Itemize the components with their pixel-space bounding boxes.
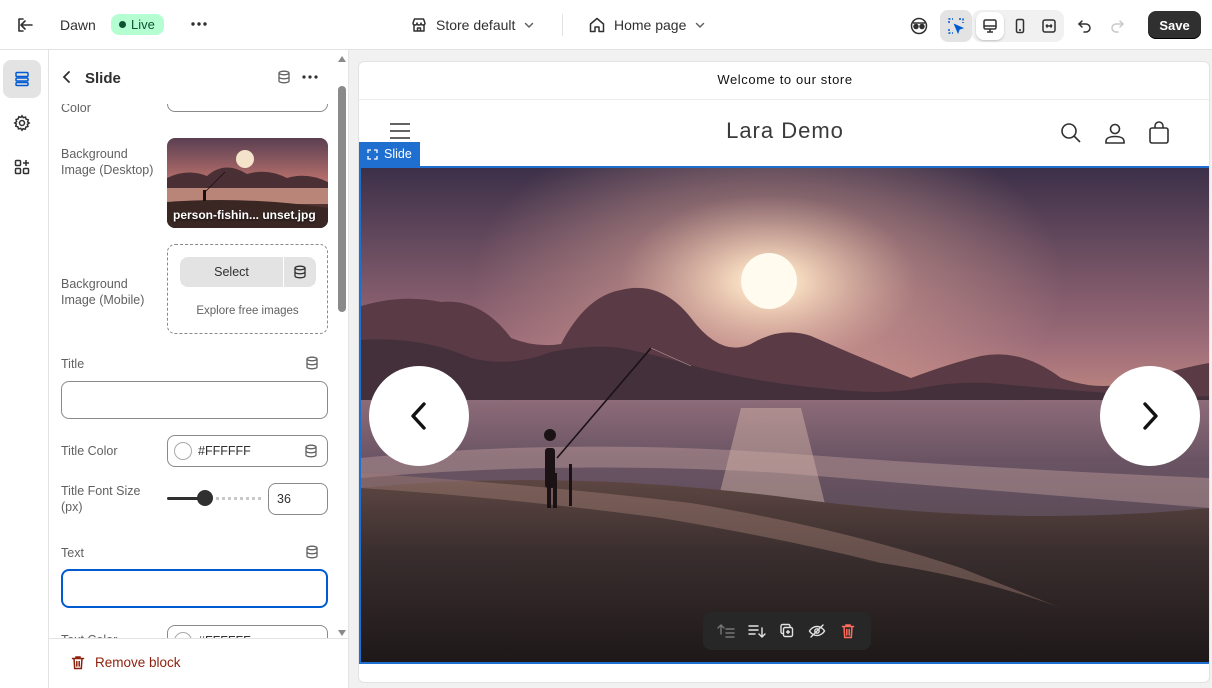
title-dynamic-source-icon[interactable] <box>305 356 319 375</box>
store-selector[interactable]: Store default <box>410 13 535 37</box>
bg-mobile-dropzone[interactable]: Select Explore free images <box>167 244 328 334</box>
title-font-size-input[interactable]: 36 <box>268 483 328 515</box>
mobile-view-icon[interactable] <box>1006 12 1034 40</box>
bg-desktop-filename: person-fishin... unset.jpg <box>173 208 316 222</box>
title-font-size-slider[interactable] <box>167 490 261 506</box>
chevron-down-icon <box>525 22 534 29</box>
undo-icon[interactable] <box>1071 12 1099 40</box>
slider-thumb[interactable] <box>197 490 213 506</box>
select-frame-icon <box>367 148 378 160</box>
remove-block-button[interactable]: Remove block <box>71 655 181 670</box>
block-floating-toolbar <box>703 612 871 650</box>
save-button[interactable]: Save <box>1148 11 1201 39</box>
trash-icon <box>71 656 85 670</box>
text-label: Text <box>61 546 84 560</box>
apps-icon[interactable] <box>3 148 41 186</box>
fullscreen-view-icon[interactable] <box>1035 12 1063 40</box>
text-input[interactable] <box>61 569 328 608</box>
image-source-database-icon[interactable] <box>284 257 316 287</box>
explore-free-images-link[interactable]: Explore free images <box>168 305 327 317</box>
block-more-actions-icon[interactable] <box>301 69 319 90</box>
page-selector-label: Home page <box>614 17 687 33</box>
theme-settings-gear-icon[interactable] <box>3 104 41 142</box>
live-status-badge: Live <box>111 14 164 35</box>
bg-desktop-image-thumbnail[interactable]: person-fishin... unset.jpg <box>167 138 328 228</box>
panel-title: Slide <box>85 70 121 87</box>
desktop-view-icon[interactable] <box>976 12 1004 40</box>
previous-slide-button[interactable] <box>369 366 469 466</box>
move-up-icon[interactable] <box>715 620 737 642</box>
live-dot-icon <box>119 21 126 28</box>
slider-remaining-track <box>205 497 261 500</box>
announcement-bar[interactable]: Welcome to our store <box>359 62 1209 100</box>
panel-scrollbar[interactable] <box>337 56 347 636</box>
selected-block-label: Slide <box>384 147 412 161</box>
theme-name: Dawn <box>60 17 96 33</box>
bg-mobile-label: Background Image (Mobile) <box>61 277 145 307</box>
bg-desktop-label: Background Image (Desktop) <box>61 147 154 177</box>
inspector-select-icon[interactable] <box>940 10 972 42</box>
home-icon <box>589 17 605 33</box>
sections-icon[interactable] <box>3 60 41 98</box>
next-slide-button[interactable] <box>1100 366 1200 466</box>
title-font-size-value: 36 <box>277 492 291 506</box>
page-selector[interactable]: Home page <box>588 13 706 37</box>
live-badge-label: Live <box>131 17 155 32</box>
scroll-down-arrow-icon[interactable] <box>338 630 346 636</box>
select-image-button[interactable]: Select <box>180 257 283 287</box>
chevron-down-icon <box>696 22 705 29</box>
top-bar: Dawn Live Store default Home page Save <box>0 0 1212 50</box>
storefront-preview: Welcome to our store Lara Demo Slide <box>358 61 1210 683</box>
account-icon[interactable] <box>1103 121 1127 145</box>
title-color-swatch[interactable] <box>174 442 192 460</box>
delete-trash-icon[interactable] <box>837 620 859 642</box>
redo-icon[interactable] <box>1103 12 1131 40</box>
panel-scroll-content: Color Background Image (Desktop) person-… <box>49 50 337 657</box>
block-database-icon[interactable] <box>277 70 291 89</box>
scroll-up-arrow-icon[interactable] <box>338 56 346 62</box>
selected-block-tag[interactable]: Slide <box>359 142 420 166</box>
theme-more-actions-icon[interactable] <box>188 13 210 35</box>
store-icon <box>412 18 426 32</box>
topbar-divider <box>562 14 563 36</box>
accessibility-glasses-icon[interactable] <box>905 12 933 40</box>
back-chevron-icon[interactable] <box>59 69 75 85</box>
block-settings-panel: Color Background Image (Desktop) person-… <box>49 50 349 688</box>
sunset-fishing-photo <box>361 168 1209 662</box>
duplicate-icon[interactable] <box>776 620 798 642</box>
panel-header: Slide <box>49 50 337 104</box>
title-color-field[interactable]: #FFFFFF <box>167 435 328 467</box>
title-color-source-icon[interactable] <box>304 444 318 463</box>
text-dynamic-source-icon[interactable] <box>305 545 319 564</box>
remove-block-label: Remove block <box>95 655 181 670</box>
slideshow-slide[interactable] <box>359 166 1209 664</box>
move-down-icon[interactable] <box>746 620 768 642</box>
title-label: Title <box>61 357 85 371</box>
title-input[interactable] <box>61 381 328 419</box>
chevron-left-icon <box>411 402 426 430</box>
editor-icon-rail <box>0 50 49 688</box>
hide-eye-slash-icon[interactable] <box>806 620 828 642</box>
search-icon[interactable] <box>1059 121 1083 145</box>
chevron-right-icon <box>1143 402 1158 430</box>
title-color-hex: #FFFFFF <box>198 444 251 458</box>
exit-icon[interactable] <box>14 14 36 36</box>
store-selector-label: Store default <box>436 17 516 33</box>
panel-footer: Remove block <box>49 638 348 688</box>
scrollbar-thumb[interactable] <box>338 86 346 312</box>
title-font-size-label: Title Font Size (px) <box>61 484 141 514</box>
title-color-label: Title Color <box>61 444 118 458</box>
cart-icon[interactable] <box>1147 121 1171 145</box>
